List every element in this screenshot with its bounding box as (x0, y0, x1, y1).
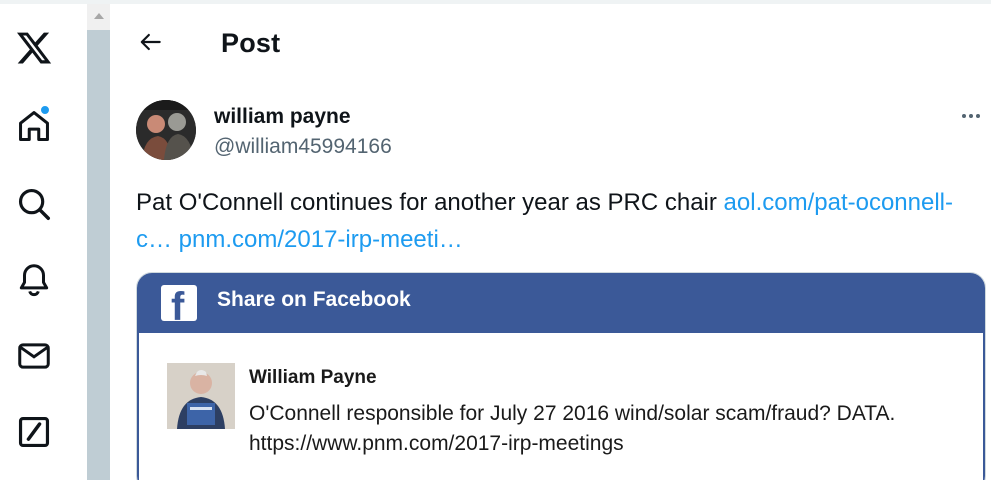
facebook-message-line-2: https://www.pnm.com/2017-irp-meetings (249, 432, 624, 455)
nav-grok[interactable] (12, 410, 56, 454)
facebook-logo-letter: f (171, 285, 185, 321)
more-horizontal-icon (962, 114, 980, 118)
tweet-link-pnm[interactable]: pnm.com/2017-irp-meeti… (179, 226, 463, 253)
tweet-text: Pat O'Connell continues for another year… (136, 184, 976, 258)
facebook-share-bar: f Share on Facebook (137, 273, 985, 333)
nav-notifications[interactable] (12, 258, 56, 302)
nav-messages[interactable] (12, 334, 56, 378)
author-handle[interactable]: @william45994166 (214, 135, 392, 159)
facebook-user-name: William Payne (249, 367, 377, 388)
scroll-up-arrow-icon[interactable] (87, 4, 110, 28)
link-separator (172, 226, 179, 253)
search-icon (18, 188, 50, 220)
facebook-user-photo (167, 363, 235, 429)
author-name[interactable]: william payne (214, 105, 351, 129)
facebook-share-message: O'Connell responsible for July 27 2016 w… (249, 399, 979, 459)
vertical-scrollbar[interactable] (87, 4, 110, 480)
page-title: Post (221, 28, 281, 58)
avatar[interactable] (136, 100, 196, 160)
nav-home[interactable] (12, 104, 56, 148)
grok-icon (18, 416, 50, 448)
mail-icon (18, 343, 50, 369)
facebook-message-line-1: O'Connell responsible for July 27 2016 w… (249, 402, 896, 425)
facebook-share-title: Share on Facebook (217, 288, 411, 311)
nav-explore[interactable] (12, 182, 56, 226)
facebook-logo-icon: f (161, 285, 197, 321)
facebook-share-body: William Payne O'Connell responsible for … (137, 333, 985, 480)
tweet-media-image[interactable]: f Share on Facebook William Payne O'Conn… (136, 272, 986, 480)
more-options-button[interactable] (956, 104, 986, 128)
left-nav (0, 4, 68, 480)
x-logo-icon[interactable] (12, 26, 56, 70)
back-button[interactable] (133, 24, 169, 60)
notification-dot (40, 105, 50, 115)
bell-icon (19, 264, 49, 297)
arrow-left-icon (140, 33, 161, 51)
scrollbar-thumb[interactable] (87, 30, 110, 480)
post-detail: Post william payne @william45994166 Pat … (110, 4, 991, 480)
tweet-text-body: Pat O'Connell continues for another year… (136, 189, 724, 216)
